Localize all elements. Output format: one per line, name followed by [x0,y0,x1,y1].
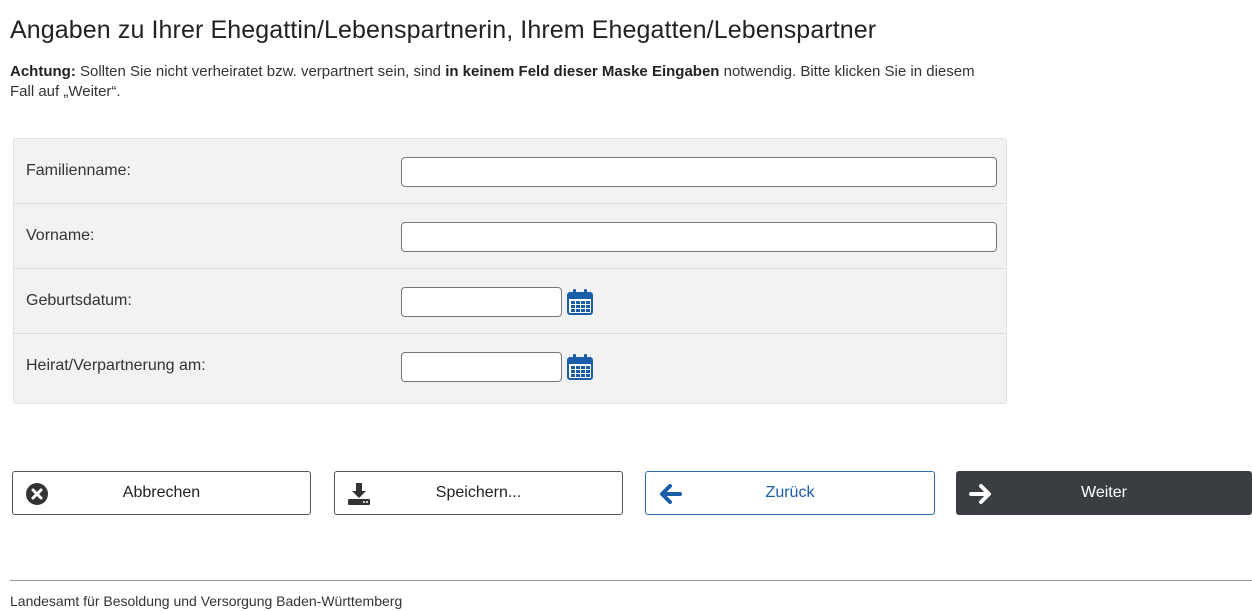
cancel-button-label: Abbrechen [122,484,201,501]
download-icon [348,483,370,505]
form-row-geburtsdatum: Geburtsdatum: [14,269,1006,334]
form-row-heirat: Heirat/Verpartnerung am: [14,334,1006,399]
next-button[interactable]: Weiter [956,471,1252,515]
heirat-field[interactable] [401,352,562,382]
back-button-label: Zurück [765,484,815,501]
geburtsdatum-label: Geburtsdatum: [26,292,132,309]
notice-text: Achtung: Sollten Sie nicht verheiratet b… [10,62,1000,102]
page-title: Angaben zu Ihrer Ehegattin/Lebenspartner… [10,16,877,44]
notice-label: Achtung: [10,63,76,80]
arrow-left-icon [660,484,682,504]
back-button[interactable]: Zurück [645,471,935,515]
geburtsdatum-field[interactable] [401,287,562,317]
footer-divider [10,580,1252,581]
save-button[interactable]: Speichern... [334,471,623,515]
familienname-field[interactable] [401,157,997,187]
times-circle-icon [26,483,48,505]
form-panel: Familienname: Vorname: Geburtsdatum: Hei… [13,138,1007,404]
vorname-field[interactable] [401,222,997,252]
form-row-vorname: Vorname: [14,204,1006,269]
calendar-icon[interactable] [566,288,594,316]
notice-emphasis: in keinem Feld dieser Maske Eingaben [445,63,720,80]
form-row-familienname: Familienname: [14,139,1006,204]
cancel-button[interactable]: Abbrechen [12,471,311,515]
notice-text-part-1: Sollten Sie nicht verheiratet bzw. verpa… [75,63,446,80]
arrow-right-icon [969,484,991,504]
next-button-label: Weiter [1081,484,1127,501]
save-button-label: Speichern... [435,484,522,501]
heirat-label: Heirat/Verpartnerung am: [26,357,206,374]
calendar-icon[interactable] [566,353,594,381]
vorname-label: Vorname: [26,227,95,244]
familienname-label: Familienname: [26,162,131,179]
footer-text: Landesamt für Besoldung und Versorgung B… [10,593,403,609]
